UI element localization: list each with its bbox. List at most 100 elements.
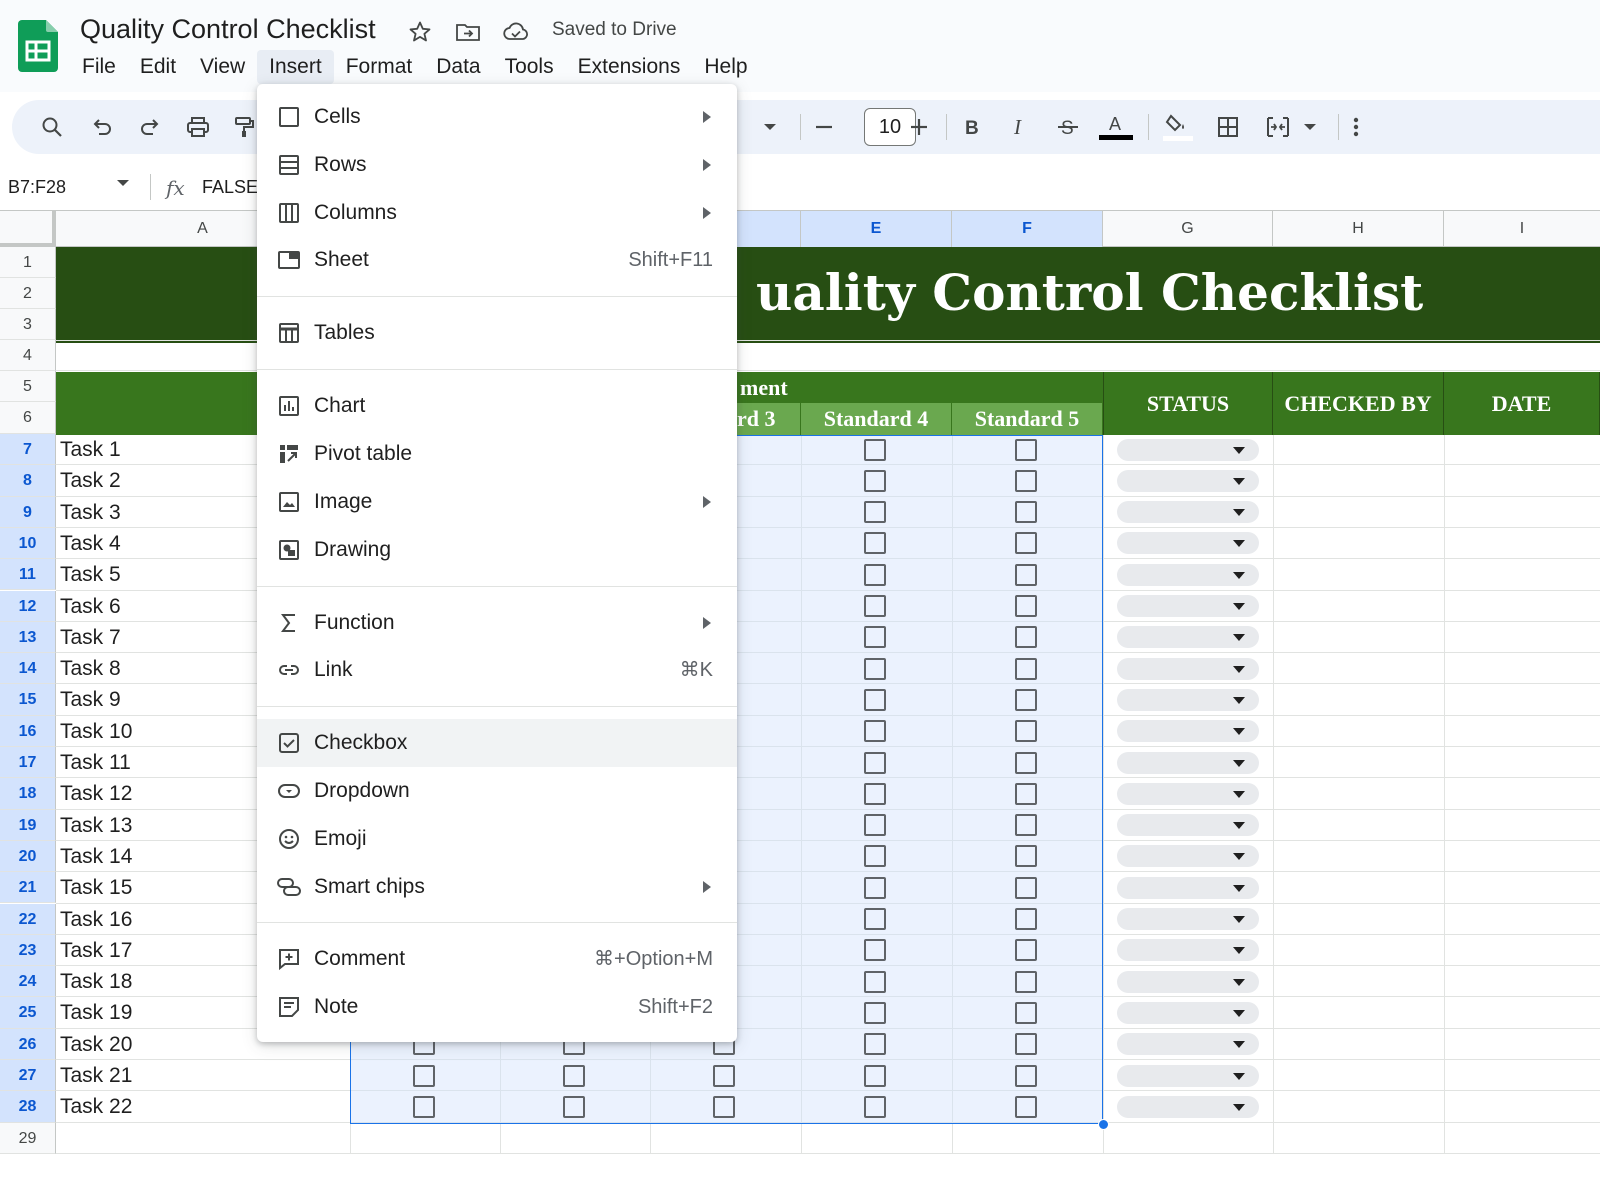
status-dropdown[interactable] (1117, 908, 1259, 930)
header-checked-by[interactable]: CHECKED BY (1273, 372, 1444, 435)
increase-font-icon[interactable] (901, 109, 937, 145)
task-cell[interactable]: Task 8 (60, 653, 121, 684)
task-cell[interactable]: Task 12 (60, 778, 132, 809)
checkbox-cell[interactable] (1015, 532, 1037, 555)
row-header-1[interactable]: 1 (0, 247, 56, 278)
row-header-14[interactable]: 14 (0, 653, 56, 685)
selection-fill-handle[interactable] (1098, 1119, 1109, 1130)
checkbox-cell[interactable] (864, 1095, 886, 1118)
insert-menu-item-emoji[interactable]: Emoji (257, 815, 737, 863)
checkbox-cell[interactable] (864, 563, 886, 586)
task-cell[interactable]: Task 22 (60, 1091, 132, 1122)
menu-format[interactable]: Format (334, 50, 425, 84)
row-header-24[interactable]: 24 (0, 966, 56, 998)
row-header-11[interactable]: 11 (0, 559, 56, 591)
checkbox-cell[interactable] (864, 595, 886, 617)
redo-icon[interactable] (132, 109, 168, 145)
document-title[interactable]: Quality Control Checklist (80, 14, 376, 45)
status-dropdown[interactable] (1117, 970, 1259, 993)
row-header-25[interactable]: 25 (0, 997, 56, 1029)
checkbox-cell[interactable] (1015, 657, 1037, 680)
insert-menu-item-function[interactable]: Function (257, 599, 737, 647)
menu-data[interactable]: Data (424, 50, 492, 84)
row-header-17[interactable]: 17 (0, 747, 56, 779)
insert-menu-item-link[interactable]: Link ⌘K (257, 646, 737, 694)
checkbox-cell[interactable] (864, 657, 886, 680)
header-status[interactable]: STATUS (1103, 372, 1273, 435)
task-cell[interactable]: Task 19 (60, 997, 132, 1028)
checkbox-cell[interactable] (563, 1064, 585, 1087)
checkbox-cell[interactable] (1015, 469, 1037, 492)
task-cell[interactable]: Task 17 (60, 935, 132, 966)
checkbox-cell[interactable] (864, 469, 886, 492)
task-cell[interactable]: Task 13 (60, 810, 132, 841)
menu-help[interactable]: Help (692, 50, 759, 84)
status-dropdown[interactable] (1117, 688, 1259, 711)
status-dropdown[interactable] (1117, 1033, 1259, 1056)
decrease-font-icon[interactable] (806, 109, 842, 145)
insert-menu-item-rows[interactable]: Rows (257, 141, 737, 189)
menu-file[interactable]: File (70, 50, 128, 84)
fill-color-icon[interactable] (1160, 109, 1196, 145)
checkbox-cell[interactable] (864, 626, 886, 649)
strikethrough-icon[interactable]: S (1050, 109, 1086, 145)
checkbox-cell[interactable] (864, 688, 886, 711)
task-cell[interactable]: Task 2 (60, 465, 121, 496)
checkbox-cell[interactable] (1015, 1095, 1037, 1118)
row-header-27[interactable]: 27 (0, 1060, 56, 1092)
row-header-16[interactable]: 16 (0, 715, 56, 747)
checkbox-cell[interactable] (864, 970, 886, 993)
row-header-29[interactable]: 29 (0, 1122, 56, 1154)
bold-icon[interactable]: B (954, 109, 990, 145)
checkbox-cell[interactable] (1015, 970, 1037, 993)
header-standard-5[interactable]: Standard 5 (952, 403, 1103, 435)
text-color-icon[interactable]: A (1098, 109, 1134, 145)
name-box[interactable]: B7:F28 (8, 172, 66, 202)
status-dropdown[interactable] (1117, 876, 1259, 899)
column-header-d-partial[interactable] (737, 211, 801, 247)
status-dropdown[interactable] (1117, 845, 1259, 868)
status-dropdown[interactable] (1117, 1095, 1259, 1118)
insert-menu-item-sheet[interactable]: Sheet Shift+F11 (257, 236, 737, 284)
merge-cells-icon[interactable] (1260, 109, 1296, 145)
move-folder-icon[interactable] (452, 16, 484, 48)
column-header-g[interactable]: G (1103, 211, 1273, 247)
column-header-h[interactable]: H (1273, 211, 1444, 247)
row-header-15[interactable]: 15 (0, 684, 56, 716)
task-cell[interactable]: Task 7 (60, 622, 121, 653)
task-cell[interactable]: Task 14 (60, 841, 132, 872)
merge-dropdown-icon[interactable] (1292, 109, 1328, 145)
insert-menu-item-drawing[interactable]: Drawing (257, 526, 737, 574)
sheets-logo-icon[interactable] (18, 20, 58, 72)
checkbox-cell[interactable] (713, 1064, 735, 1087)
row-header-6[interactable]: 6 (0, 402, 56, 434)
menu-insert[interactable]: Insert (257, 50, 334, 84)
insert-menu-item-dropdown[interactable]: Dropdown (257, 767, 737, 815)
menu-extensions[interactable]: Extensions (566, 50, 693, 84)
formula-input[interactable]: FALSE (202, 172, 258, 202)
name-box-dropdown-icon[interactable] (116, 178, 130, 188)
more-options-icon[interactable] (1338, 109, 1374, 145)
checkbox-cell[interactable] (1015, 563, 1037, 586)
row-header-26[interactable]: 26 (0, 1028, 56, 1060)
row-header-5[interactable]: 5 (0, 371, 56, 402)
checkbox-cell[interactable] (1015, 782, 1037, 805)
status-dropdown[interactable] (1117, 1001, 1259, 1024)
row-header-21[interactable]: 21 (0, 872, 56, 904)
checkbox-cell[interactable] (1015, 688, 1037, 711)
undo-icon[interactable] (84, 109, 120, 145)
status-dropdown[interactable] (1117, 469, 1259, 492)
checkbox-cell[interactable] (864, 1033, 886, 1056)
insert-menu-item-image[interactable]: Image (257, 478, 737, 526)
menu-tools[interactable]: Tools (493, 50, 566, 84)
status-dropdown[interactable] (1117, 939, 1259, 962)
insert-menu-item-pivot-table[interactable]: Pivot table (257, 430, 737, 478)
status-dropdown[interactable] (1117, 501, 1259, 524)
row-header-22[interactable]: 22 (0, 903, 56, 935)
task-cell[interactable]: Task 9 (60, 684, 121, 715)
task-cell[interactable]: Task 10 (60, 716, 132, 747)
task-cell[interactable]: Task 11 (60, 747, 131, 778)
task-cell[interactable]: Task 15 (60, 872, 132, 903)
status-dropdown[interactable] (1117, 782, 1259, 805)
cloud-saved-icon[interactable] (500, 16, 532, 48)
